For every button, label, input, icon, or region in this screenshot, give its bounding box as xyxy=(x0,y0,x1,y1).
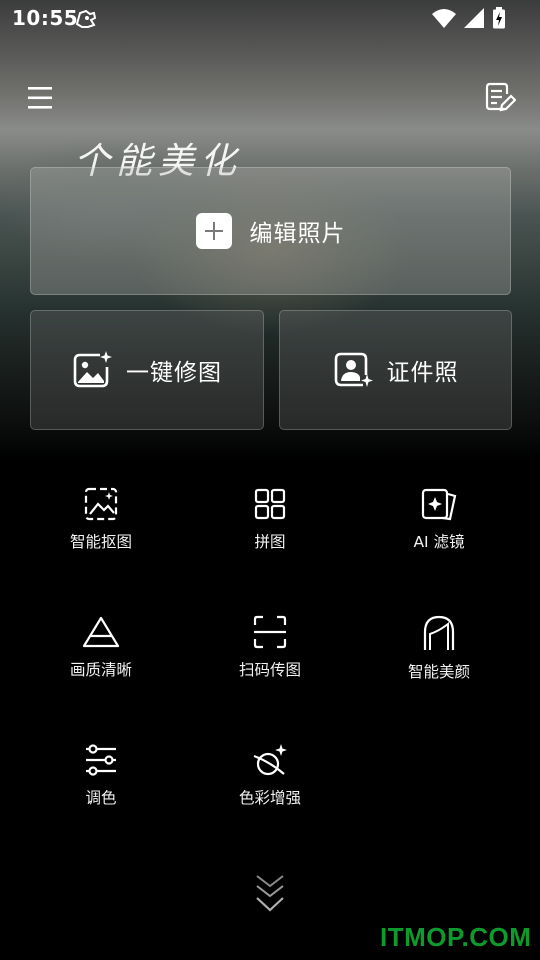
tool-label: 拼图 xyxy=(254,533,286,551)
notes-edit-icon[interactable] xyxy=(484,82,517,114)
edit-photo-label: 编辑照片 xyxy=(249,221,346,247)
collage-grid-icon xyxy=(254,488,286,520)
plus-icon xyxy=(195,213,232,249)
one-click-retouch-label: 一键修图 xyxy=(126,360,222,386)
tool-label: AI 滤镜 xyxy=(413,533,465,551)
id-photo-label: 证件照 xyxy=(386,360,459,386)
tool-label: 智能抠图 xyxy=(69,533,132,551)
status-time: 10:55 xyxy=(12,6,79,30)
id-portrait-icon xyxy=(334,352,373,387)
wifi-icon xyxy=(432,8,456,32)
tool-color-adjust[interactable]: 调色 xyxy=(16,736,186,846)
tool-smart-beauty[interactable]: 智能美颜 xyxy=(354,608,524,718)
watermark-text: ITMOP.COM xyxy=(380,922,532,952)
photo-sparkle-icon xyxy=(73,351,112,388)
smart-cutout-icon xyxy=(84,487,118,521)
tool-smart-cutout[interactable]: 智能抠图 xyxy=(16,480,186,590)
ai-filter-icon xyxy=(421,488,457,521)
tool-clarity[interactable]: 画质清晰 xyxy=(16,608,186,718)
app-notification-icon xyxy=(74,8,98,34)
tool-ai-filter[interactable]: AI 滤镜 xyxy=(354,480,524,590)
tool-label: 扫码传图 xyxy=(238,661,301,679)
hamburger-menu-icon[interactable] xyxy=(26,84,56,112)
clarity-triangle-icon xyxy=(82,616,120,648)
signal-icon xyxy=(464,8,484,32)
id-photo-button[interactable]: 证件照 xyxy=(279,310,512,430)
color-enhance-icon xyxy=(253,744,287,776)
double-chevron-down-icon[interactable] xyxy=(252,870,288,920)
edit-photo-button[interactable]: 编辑照片 xyxy=(30,167,511,295)
tool-color-enhance[interactable]: 色彩增强 xyxy=(185,736,355,846)
status-bar: 10:55 xyxy=(0,0,540,38)
tool-scan-transfer[interactable]: 扫码传图 xyxy=(185,608,355,718)
battery-charging-icon xyxy=(492,7,506,33)
tool-label: 智能美颜 xyxy=(407,663,470,681)
tool-collage[interactable]: 拼图 xyxy=(185,480,355,590)
tool-label: 调色 xyxy=(85,789,117,807)
one-click-retouch-button[interactable]: 一键修图 xyxy=(30,310,264,430)
beauty-face-icon xyxy=(423,615,455,650)
tool-label: 色彩增强 xyxy=(238,789,301,807)
color-adjust-sliders-icon xyxy=(86,744,116,776)
tool-label: 画质清晰 xyxy=(69,661,132,679)
scan-frame-icon xyxy=(253,615,287,649)
